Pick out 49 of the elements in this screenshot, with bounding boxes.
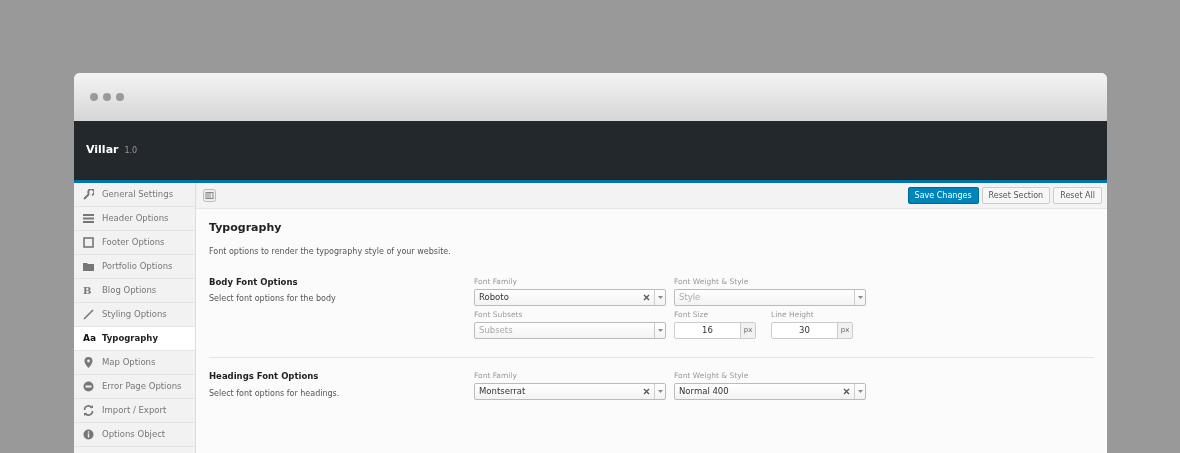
select-field[interactable]: Roboto [474,288,666,306]
caret-icon[interactable] [657,295,663,299]
sidebar-item[interactable]: Options Object [74,423,195,447]
version-label: 1.0 [124,144,138,157]
sidebar-item[interactable]: Portfolio Options [74,255,195,279]
select-field[interactable]: Subsets [474,322,666,339]
section-description: Select font options for the body [209,293,337,306]
app-title: Villar [86,142,119,159]
no-entry-icon [83,381,94,392]
clear-icon[interactable] [843,388,850,396]
icon-glyph: B [83,285,93,296]
caret-icon[interactable] [857,295,863,299]
sidebar-item[interactable]: Error Page Options [74,375,195,399]
select-field[interactable]: Normal 400 [674,383,866,401]
sidebar-item[interactable]: General Settings [74,183,195,207]
sidebar-item[interactable]: Footer Options [74,231,195,255]
caret-icon[interactable] [857,390,863,394]
caret-icon[interactable] [657,390,663,394]
page-title: Typography [209,220,283,236]
window-dot[interactable] [116,93,124,101]
menu-icon [83,213,94,224]
sidebar-item[interactable]: Header Options [74,207,195,231]
sidebar-item[interactable]: B Blog Options [74,279,195,303]
caret-icon[interactable] [657,329,663,332]
section-description: Select font options for headings. [209,387,341,400]
window-dot[interactable] [90,93,98,101]
reset-button[interactable]: Reset All [1053,186,1102,205]
select-field[interactable]: Style [674,288,866,306]
wrench-icon [83,189,94,200]
page-description: Font options to render the typography style of your website. [209,245,452,258]
folder-icon [83,261,94,272]
section-title: Body Font Options [209,275,299,289]
section-title: Headings Font Options [209,370,320,383]
sidebar-item[interactable]: Map Options [74,351,195,375]
select-field[interactable]: Montserrat [474,383,666,401]
save-button[interactable]: Save Changes [907,186,979,205]
map-pin-icon [83,357,94,368]
sidebar-item[interactable]: Aa Typography [74,327,195,351]
layout-icon[interactable] [203,189,216,202]
info-icon [83,429,94,440]
icon-glyph: Aa [83,334,94,343]
window-dot[interactable] [103,93,111,101]
clear-icon[interactable] [643,293,650,301]
clear-icon[interactable] [643,388,650,396]
brush-icon [83,309,94,320]
square-icon [83,237,94,248]
reset-button[interactable]: Reset Section [981,186,1051,205]
sidebar-item[interactable]: Import / Export [74,399,195,423]
refresh-icon [83,405,94,416]
